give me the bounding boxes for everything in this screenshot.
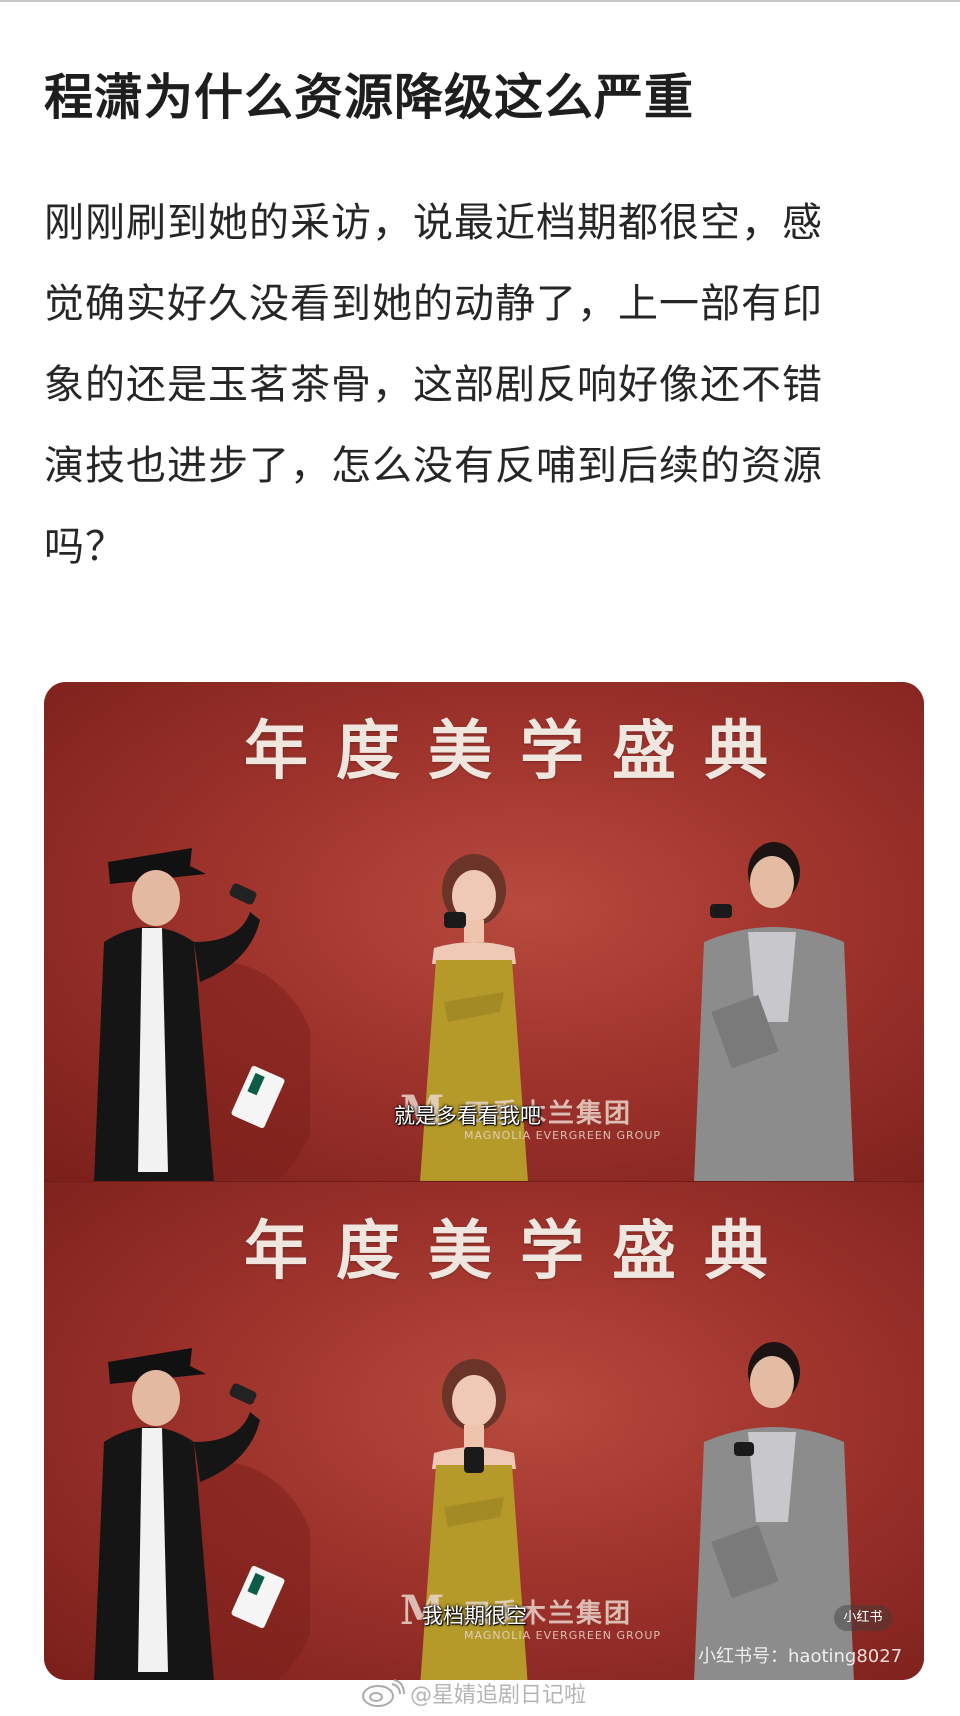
post-body: 刚刚刷到她的采访，说最近档期都很空，感 觉确实好久没看到她的动静了，上一部有印 … — [44, 196, 924, 601]
weibo-logo-icon — [362, 1679, 405, 1707]
post-body-line: 吗？ — [44, 524, 126, 570]
post-image[interactable]: 年度美学盛典 M 四季木兰集团 MAGNOLIA EVERGREEN GROUP… — [44, 682, 924, 1680]
weibo-watermark: @星婧追剧日记啦 — [360, 1676, 586, 1710]
video-frame-2: 年度美学盛典 M 四季木兰集团 MAGNOLIA EVERGREEN GROUP… — [44, 1181, 924, 1680]
video-subtitle: 我档期很空 — [422, 1604, 527, 1628]
post-body-line: 演技也进步了，怎么没有反哺到后续的资源 — [44, 443, 823, 489]
host-figure — [94, 1348, 310, 1680]
post-body-line: 象的还是玉茗茶骨，这部剧反响好像还不错 — [44, 362, 823, 408]
actor-figure — [694, 842, 854, 1181]
host-figure — [94, 848, 310, 1181]
post-body-line: 觉确实好久没看到她的动静了，上一部有印 — [44, 281, 823, 327]
post-title: 程潇为什么资源降级这么严重 — [44, 69, 695, 126]
video-frame-1: 年度美学盛典 M 四季木兰集团 MAGNOLIA EVERGREEN GROUP… — [44, 682, 924, 1181]
video-subtitle: 就是多看看我吧 — [394, 1104, 541, 1128]
xiaohongshu-account-id: 小红书号：haoting8027 — [698, 1646, 903, 1667]
weibo-watermark-text: @星婧追剧日记啦 — [410, 1683, 587, 1708]
post-body-line: 刚刚刷到她的采访，说最近档期都很空，感 — [44, 200, 823, 246]
stage-backdrop-title: 年度美学盛典 — [244, 714, 796, 789]
stage-backdrop-title: 年度美学盛典 — [244, 1214, 796, 1289]
xiaohongshu-badge: 小红书 — [834, 1605, 892, 1631]
top-divider — [0, 0, 960, 2]
